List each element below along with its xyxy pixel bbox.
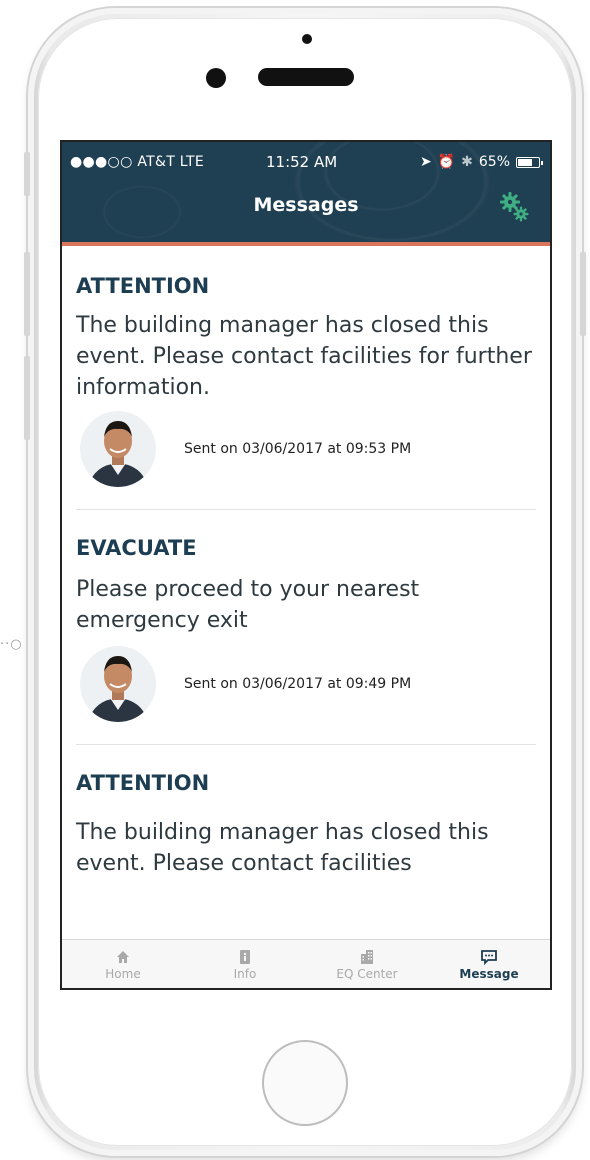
power-button <box>580 252 586 336</box>
message-body: The building manager has closed this eve… <box>76 820 489 876</box>
sent-timestamp: Sent on 03/06/2017 at 09:53 PM <box>184 441 412 457</box>
tab-home[interactable]: Home <box>62 940 184 988</box>
tab-info[interactable]: Info <box>184 940 306 988</box>
avatar <box>80 411 156 487</box>
message-title: ATTENTION <box>76 274 210 298</box>
home-icon <box>117 950 129 963</box>
tab-bar: Home Info EQ Center Message <box>62 939 550 988</box>
connector-dot-icon: ··○ <box>0 637 23 652</box>
front-camera <box>206 68 226 88</box>
status-right: ➤ ⏰ ✱ 65% <box>419 154 543 170</box>
message-icon <box>481 949 497 965</box>
bluetooth-icon: ✱ <box>461 154 473 170</box>
header: ●●●○○ AT&T LTE 11:52 AM ➤ ⏰ ✱ 65% Messag… <box>62 142 550 246</box>
message-body: Please proceed to your nearest emergency… <box>76 577 420 633</box>
sent-timestamp: Sent on 03/06/2017 at 09:49 PM <box>184 676 412 692</box>
info-icon <box>240 949 250 964</box>
volume-down-button <box>24 356 30 440</box>
tab-label: Info <box>233 966 257 981</box>
building-icon <box>361 949 373 964</box>
app-screen: ●●●○○ AT&T LTE 11:52 AM ➤ ⏰ ✱ 65% Messag… <box>60 140 552 990</box>
message-title: EVACUATE <box>76 536 197 560</box>
home-button[interactable] <box>262 1040 348 1126</box>
tab-message[interactable]: Message <box>428 940 550 988</box>
tab-label: EQ Center <box>336 966 398 981</box>
proximity-sensor <box>302 34 312 44</box>
battery-icon <box>516 156 543 168</box>
page-title: Messages <box>253 194 359 216</box>
message-item[interactable]: ATTENTION The building manager has close… <box>62 246 550 495</box>
message-item[interactable]: ATTENTION The building manager has close… <box>62 745 550 879</box>
tab-label: Message <box>459 966 519 981</box>
location-arrow-icon: ➤ <box>419 154 432 170</box>
mute-switch <box>24 152 30 196</box>
status-bar: ●●●○○ AT&T LTE 11:52 AM ➤ ⏰ ✱ 65% <box>62 148 550 176</box>
message-item[interactable]: EVACUATE Please proceed to your nearest … <box>62 510 550 730</box>
carrier-label: ●●●○○ AT&T LTE <box>70 154 204 170</box>
tab-label: Home <box>105 966 141 981</box>
volume-up-button <box>24 252 30 336</box>
clock: 11:52 AM <box>266 153 338 171</box>
alarm-icon: ⏰ <box>437 154 456 170</box>
earpiece-speaker <box>258 68 354 86</box>
message-meta: Sent on 03/06/2017 at 09:53 PM <box>76 403 536 495</box>
avatar <box>80 646 156 722</box>
message-list[interactable]: ATTENTION The building manager has close… <box>62 246 550 946</box>
gears-icon[interactable] <box>498 190 532 224</box>
battery-percent: 65% <box>478 154 510 170</box>
message-body: The building manager has closed this eve… <box>76 313 532 400</box>
tab-eq-center[interactable]: EQ Center <box>306 940 428 988</box>
message-meta: Sent on 03/06/2017 at 09:49 PM <box>76 638 536 730</box>
message-title: ATTENTION <box>76 771 210 795</box>
